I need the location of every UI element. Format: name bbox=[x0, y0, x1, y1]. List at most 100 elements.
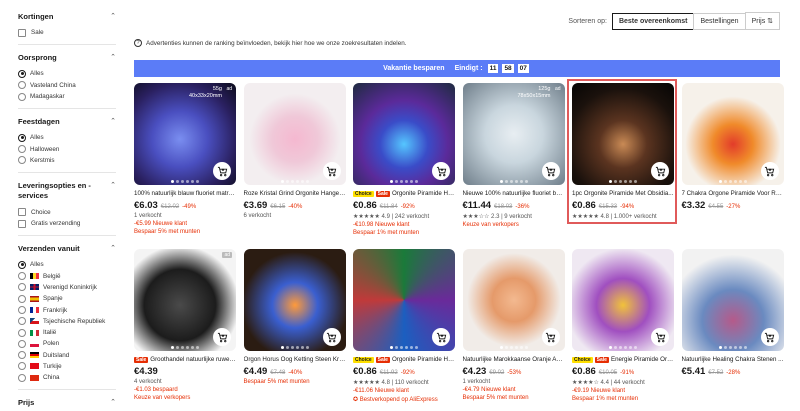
carousel-dot[interactable] bbox=[181, 180, 184, 183]
filter-option[interactable]: Spanje bbox=[18, 293, 116, 304]
filter-section-header[interactable]: Leveringsopties en -services ⌃ bbox=[18, 181, 116, 201]
carousel-dot[interactable] bbox=[733, 346, 737, 349]
image-carousel-dots[interactable] bbox=[280, 180, 309, 183]
carousel-dot[interactable] bbox=[295, 180, 299, 183]
radio-button[interactable] bbox=[18, 328, 26, 337]
carousel-dot[interactable] bbox=[171, 180, 174, 183]
chevron-up-icon[interactable]: ⌃ bbox=[110, 244, 116, 252]
carousel-dot[interactable] bbox=[634, 346, 637, 349]
carousel-dot[interactable] bbox=[176, 180, 179, 183]
carousel-dot[interactable] bbox=[390, 346, 393, 349]
product-title[interactable]: Natuurlijke Healing Chakra Stenen ... bbox=[682, 356, 784, 363]
carousel-dot[interactable] bbox=[400, 346, 403, 349]
filter-option[interactable]: Halloween bbox=[18, 143, 116, 154]
carousel-dot[interactable] bbox=[624, 346, 627, 349]
add-to-cart-icon[interactable] bbox=[213, 162, 231, 180]
radio-button[interactable] bbox=[18, 272, 26, 281]
product-image[interactable]: ad bbox=[134, 249, 236, 351]
carousel-dot[interactable] bbox=[609, 346, 612, 349]
product-title-row[interactable]: Sale Groothandel natuurlijke ruwe z... bbox=[134, 356, 236, 363]
filter-option[interactable]: Vasteland China bbox=[18, 80, 116, 91]
carousel-dot[interactable] bbox=[733, 180, 737, 183]
product-title[interactable]: Orgonite Piramide Heali... bbox=[392, 190, 455, 197]
carousel-dot[interactable] bbox=[410, 346, 413, 349]
filter-option[interactable]: Kerstmis bbox=[18, 155, 116, 166]
carousel-dot[interactable] bbox=[514, 180, 518, 183]
filter-section-header[interactable]: Kortingen ⌃ bbox=[18, 12, 116, 21]
carousel-dot[interactable] bbox=[280, 346, 284, 349]
product-image[interactable] bbox=[353, 249, 455, 351]
product-card[interactable]: ChoiceSaleOrgonite Piramide Heali... €0.8… bbox=[353, 83, 455, 236]
filter-option[interactable]: Turkije bbox=[18, 361, 116, 372]
add-to-cart-icon[interactable] bbox=[432, 162, 450, 180]
promo-banner[interactable]: Vakantie besparen Eindigt : 11 58 07 bbox=[134, 60, 780, 77]
radio-button[interactable] bbox=[18, 306, 26, 314]
product-image[interactable] bbox=[353, 83, 455, 185]
radio-button[interactable] bbox=[18, 294, 26, 303]
carousel-dot[interactable] bbox=[415, 346, 418, 349]
carousel-dot[interactable] bbox=[524, 180, 528, 183]
carousel-dot[interactable] bbox=[504, 346, 508, 349]
carousel-dot[interactable] bbox=[196, 180, 199, 183]
product-card[interactable]: ChoiceSaleOrgonite Piramide Heali... €0.8… bbox=[353, 249, 455, 403]
carousel-dot[interactable] bbox=[295, 346, 299, 349]
carousel-dot[interactable] bbox=[499, 346, 503, 349]
chevron-up-icon[interactable]: ⌃ bbox=[110, 12, 116, 20]
carousel-dot[interactable] bbox=[395, 180, 398, 183]
carousel-dot[interactable] bbox=[280, 180, 284, 183]
image-carousel-dots[interactable] bbox=[280, 346, 309, 349]
carousel-dot[interactable] bbox=[290, 346, 294, 349]
carousel-dot[interactable] bbox=[285, 346, 289, 349]
carousel-dot[interactable] bbox=[509, 180, 513, 183]
carousel-dot[interactable] bbox=[519, 180, 523, 183]
product-image[interactable] bbox=[572, 249, 674, 351]
filter-option[interactable]: Verenigd Koninkrijk bbox=[18, 282, 116, 293]
carousel-dot[interactable] bbox=[186, 346, 189, 349]
product-title[interactable]: Natuurlijke Marokkaanse Oranje Ara... bbox=[463, 356, 565, 363]
carousel-dot[interactable] bbox=[514, 346, 518, 349]
chevron-up-icon[interactable]: ⌃ bbox=[110, 181, 116, 190]
carousel-dot[interactable] bbox=[285, 180, 289, 183]
product-card[interactable]: 7 Chakra Orgone Piramide Voor Rei... €3.3… bbox=[681, 83, 784, 211]
product-title-row[interactable]: Natuurlijke Marokkaanse Oranje Ara... bbox=[463, 356, 565, 363]
chevron-up-icon[interactable]: ⌃ bbox=[110, 117, 116, 125]
radio-button[interactable] bbox=[18, 362, 26, 371]
image-carousel-dots[interactable] bbox=[609, 346, 637, 349]
product-card[interactable]: Roze Kristal Grind Orgonite Hanger ... €3… bbox=[243, 83, 346, 219]
filter-option[interactable]: Frankrijk bbox=[18, 304, 116, 315]
add-to-cart-icon[interactable] bbox=[322, 328, 341, 346]
carousel-dot[interactable] bbox=[723, 346, 727, 349]
filter-option[interactable]: Tsjechische Republiek bbox=[18, 316, 116, 327]
product-title[interactable]: Roze Kristal Grind Orgonite Hanger ... bbox=[244, 190, 346, 197]
question-icon[interactable]: ? bbox=[134, 39, 142, 47]
checkbox[interactable] bbox=[18, 219, 26, 228]
carousel-dot[interactable] bbox=[723, 180, 727, 183]
carousel-dot[interactable] bbox=[186, 180, 189, 183]
image-carousel-dots[interactable] bbox=[499, 346, 528, 349]
carousel-dot[interactable] bbox=[738, 346, 742, 349]
carousel-dot[interactable] bbox=[743, 180, 747, 183]
product-image[interactable] bbox=[462, 249, 565, 351]
add-to-cart-icon[interactable] bbox=[541, 162, 560, 180]
carousel-dot[interactable] bbox=[395, 346, 398, 349]
image-carousel-dots[interactable] bbox=[171, 180, 199, 183]
product-card[interactable]: Natuurlijke Marokkaanse Oranje Ara... €4.… bbox=[462, 249, 565, 401]
product-title-row[interactable]: Nieuwe 100% natuurlijke fluoriet bol... bbox=[463, 190, 565, 197]
carousel-dot[interactable] bbox=[524, 346, 528, 349]
filter-option[interactable]: Madagaskar bbox=[18, 91, 116, 102]
filter-section-header[interactable]: Prijs ⌃ bbox=[18, 398, 116, 407]
carousel-dot[interactable] bbox=[181, 346, 184, 349]
filter-option[interactable]: Duitsland bbox=[18, 350, 116, 361]
carousel-dot[interactable] bbox=[619, 346, 622, 349]
carousel-dot[interactable] bbox=[738, 180, 742, 183]
radio-button[interactable] bbox=[18, 373, 26, 382]
carousel-dot[interactable] bbox=[191, 180, 194, 183]
radio-button[interactable] bbox=[18, 156, 26, 165]
carousel-dot[interactable] bbox=[410, 180, 413, 183]
carousel-dot[interactable] bbox=[519, 346, 523, 349]
carousel-dot[interactable] bbox=[718, 180, 722, 183]
radio-button[interactable] bbox=[18, 351, 26, 360]
filter-option[interactable]: Choice bbox=[18, 207, 116, 218]
filter-option[interactable]: Gratis verzending bbox=[18, 218, 116, 229]
radio-button[interactable] bbox=[18, 145, 26, 154]
